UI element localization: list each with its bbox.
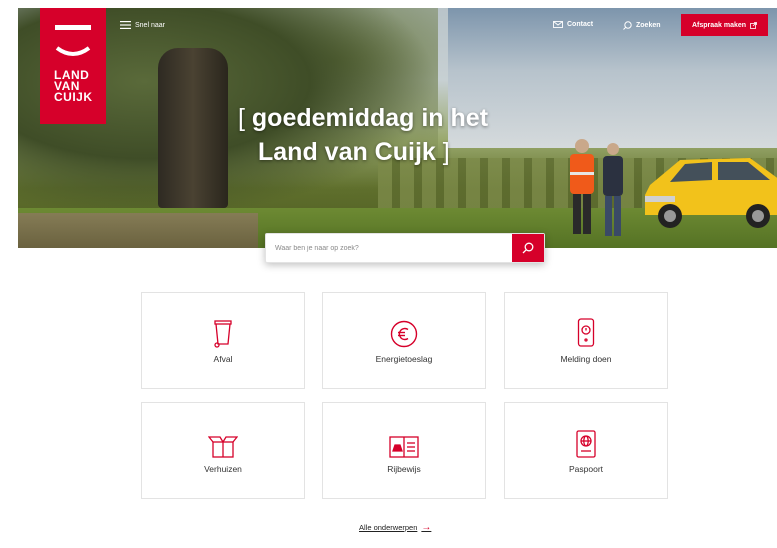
contact-link[interactable]: Contact bbox=[553, 21, 593, 28]
hero-tree-trunk bbox=[158, 48, 228, 208]
quick-nav-label: Snel naar bbox=[135, 21, 165, 29]
tile-label: Rijbewijs bbox=[387, 463, 421, 474]
logo-mark-icon bbox=[55, 25, 91, 56]
search-link[interactable]: Zoeken bbox=[623, 21, 661, 30]
hero-car bbox=[645, 158, 777, 228]
greeting-bracket-open: [ bbox=[238, 104, 245, 132]
tile-label: Melding doen bbox=[560, 353, 612, 364]
passport-icon bbox=[576, 428, 596, 458]
search-bar bbox=[265, 233, 545, 263]
appointment-label: Afspraak maken bbox=[691, 21, 747, 29]
search-icon bbox=[522, 242, 534, 254]
logo-text: LAND VAN CUIJK bbox=[54, 69, 93, 104]
mail-icon bbox=[553, 21, 563, 28]
logo[interactable]: LAND VAN CUIJK bbox=[40, 8, 106, 124]
tile-verhuizen[interactable]: Verhuizen bbox=[141, 402, 305, 499]
contact-label: Contact bbox=[567, 21, 594, 28]
hero-person-worker bbox=[570, 139, 594, 234]
box-icon bbox=[208, 428, 238, 458]
tile-paspoort[interactable]: Paspoort bbox=[504, 402, 668, 499]
hero-greeting: [ goedemiddag in het Land van Cuijk ] bbox=[238, 101, 538, 169]
tile-label: Paspoort bbox=[568, 463, 604, 474]
logo-line-3: CUIJK bbox=[54, 90, 93, 104]
tile-label: Afval bbox=[213, 353, 233, 364]
search-submit-button[interactable] bbox=[512, 234, 544, 262]
tile-melding-doen[interactable]: Melding doen bbox=[504, 292, 668, 389]
arrow-right-icon: → bbox=[421, 522, 432, 533]
tile-afval[interactable]: Afval bbox=[141, 292, 305, 389]
search-icon bbox=[623, 21, 632, 30]
euro-icon bbox=[390, 318, 418, 348]
greeting-line-2: Land van Cuijk bbox=[258, 138, 436, 166]
tile-label: Verhuizen bbox=[204, 463, 242, 474]
hamburger-icon bbox=[120, 21, 131, 29]
license-icon bbox=[389, 428, 419, 458]
trash-bin-icon bbox=[213, 318, 233, 348]
all-topics-link[interactable]: Alle onderwerpen → bbox=[359, 522, 431, 533]
external-link-icon bbox=[750, 21, 757, 29]
hero-person bbox=[603, 143, 623, 236]
search-link-label: Zoeken bbox=[636, 22, 661, 29]
appointment-button[interactable]: Afspraak maken bbox=[681, 14, 768, 36]
hero-path bbox=[18, 213, 258, 248]
quick-nav-menu[interactable]: Snel naar bbox=[120, 21, 165, 29]
greeting-bracket-close: ] bbox=[442, 138, 450, 166]
all-topics-label: Alle onderwerpen bbox=[359, 523, 418, 532]
tile-label: Energietoeslag bbox=[375, 353, 433, 364]
tile-energietoeslag[interactable]: Energietoeslag bbox=[322, 292, 486, 389]
search-input[interactable] bbox=[266, 234, 512, 262]
phone-alert-icon bbox=[577, 317, 595, 348]
greeting-line-1: goedemiddag in het bbox=[251, 104, 489, 132]
tile-rijbewijs[interactable]: Rijbewijs bbox=[322, 402, 486, 499]
